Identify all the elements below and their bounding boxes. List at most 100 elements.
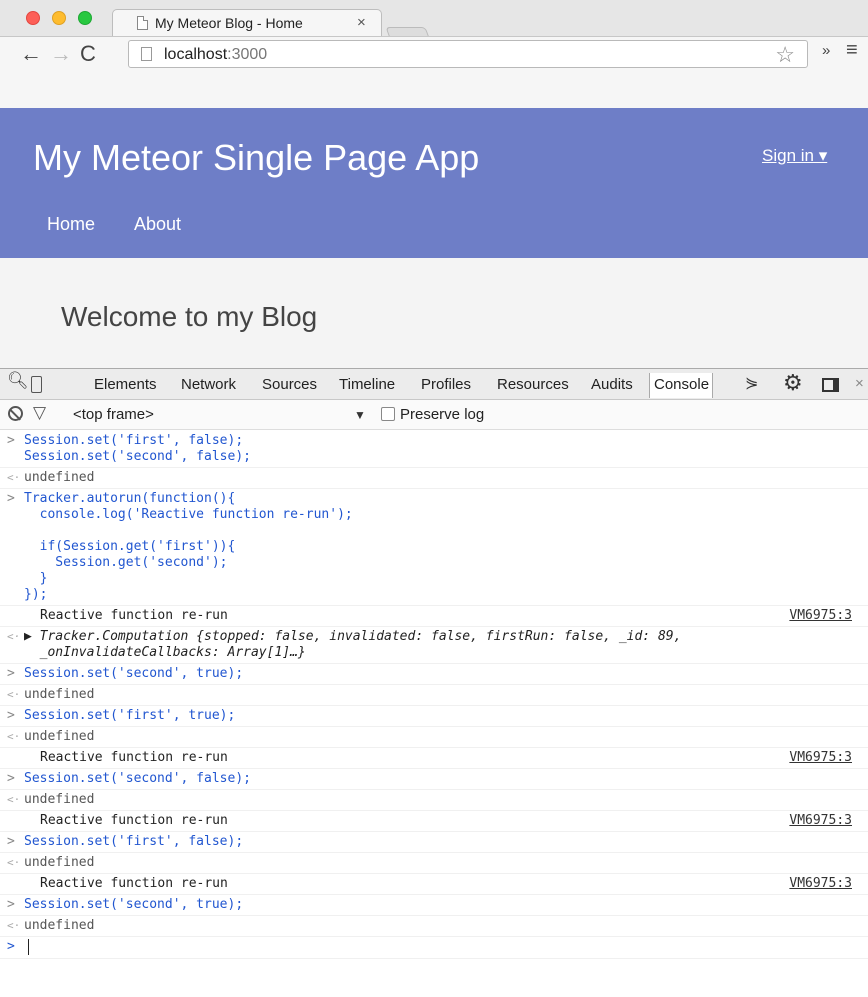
console-input[interactable]: > xyxy=(0,937,868,959)
frame-selector-caret-icon[interactable]: ▼ xyxy=(354,408,366,422)
console-log-text: Reactive function re-run xyxy=(40,876,228,891)
console-log-entry: Reactive function re-run VM6975:3 xyxy=(0,874,868,895)
console-entry-text: Tracker.autorun(function(){ console.log(… xyxy=(24,491,353,602)
clear-console-icon[interactable] xyxy=(8,406,23,421)
console-input-entry: > Session.set('first', true); xyxy=(0,706,868,727)
console-entry-text: undefined xyxy=(24,855,95,870)
menu-icon[interactable]: ≡ xyxy=(846,39,858,62)
back-icon[interactable]: ← xyxy=(20,41,42,67)
console-result-entry: <· undefined xyxy=(0,727,868,748)
console-log-text: Reactive function re-run xyxy=(40,813,228,828)
devtools-tab-audits[interactable]: Audits xyxy=(591,376,633,393)
url-text[interactable]: localhost:3000 xyxy=(164,46,267,64)
input-chevron-icon: > xyxy=(7,666,15,681)
console-log-entry: Reactive function re-run VM6975:3 xyxy=(0,606,868,627)
console-output: > Session.set('first', false); Session.se… xyxy=(0,431,868,997)
input-chevron-icon: > xyxy=(7,897,15,912)
bookmark-star-icon[interactable]: ☆ xyxy=(775,42,795,68)
browser-toolbar: ← → C localhost:3000 ☆ » ≡ xyxy=(0,36,868,108)
result-arrow-icon: <· xyxy=(7,730,21,743)
page-icon xyxy=(137,16,148,30)
console-entry-text: undefined xyxy=(24,687,95,702)
result-arrow-icon: <· xyxy=(7,688,21,701)
page-content: Welcome to my Blog xyxy=(0,258,868,368)
console-entry-text: Session.set('second', true); xyxy=(24,897,244,912)
log-source-link[interactable]: VM6975:3 xyxy=(789,608,852,624)
window-close-button[interactable] xyxy=(26,11,40,25)
console-log-entry: Reactive function re-run VM6975:3 xyxy=(0,748,868,769)
window-minimize-button[interactable] xyxy=(52,11,66,25)
filter-funnel-icon[interactable]: ▽ xyxy=(33,403,46,423)
input-chevron-icon: > xyxy=(7,771,15,786)
console-result-entry: <· undefined xyxy=(0,468,868,489)
devtools-tab-resources[interactable]: Resources xyxy=(497,376,569,393)
input-chevron-icon: > xyxy=(7,433,15,448)
devtools-tab-console[interactable]: Console xyxy=(649,373,714,398)
console-entry-text: undefined xyxy=(24,918,95,933)
preserve-log-checkbox[interactable] xyxy=(381,407,395,421)
devtools-close-icon[interactable]: × xyxy=(855,375,864,392)
nav-home-link[interactable]: Home xyxy=(47,214,95,235)
console-input-entry: > Session.set('second', false); xyxy=(0,769,868,790)
console-entry-text: Session.set('first', true); xyxy=(24,708,236,723)
console-entry-text: Session.set('first', false); xyxy=(24,834,244,849)
console-entry-text: undefined xyxy=(24,470,95,485)
input-chevron-icon: > xyxy=(7,834,15,849)
nav-about-link[interactable]: About xyxy=(134,214,181,235)
console-cursor xyxy=(28,939,29,955)
app-header: My Meteor Single Page App Sign in ▾ Home… xyxy=(0,108,868,258)
device-mode-icon[interactable] xyxy=(31,376,42,393)
console-input-entry: > Session.set('first', false); Session.se… xyxy=(0,431,868,468)
console-input-entry: > Tracker.autorun(function(){ console.log… xyxy=(0,489,868,606)
devtools-tab-profiles[interactable]: Profiles xyxy=(421,376,471,393)
console-entry-text: Session.set('second', false); xyxy=(24,771,251,786)
log-source-link[interactable]: VM6975:3 xyxy=(789,813,852,829)
page-icon xyxy=(141,47,152,61)
console-input-entry: > Session.set('second', true); xyxy=(0,895,868,916)
console-filter-bar: ▽ <top frame> ▼ Preserve log xyxy=(0,400,868,430)
input-chevron-icon: > xyxy=(7,708,15,723)
devtools-tab-sources[interactable]: Sources xyxy=(262,376,317,393)
console-result-entry: <· undefined xyxy=(0,685,868,706)
result-arrow-icon: <· xyxy=(7,630,21,643)
console-input-entry: > Session.set('first', false); xyxy=(0,832,868,853)
console-object-text[interactable]: ▶ Tracker.Computation {stopped: false, i… xyxy=(24,629,868,661)
frame-selector[interactable]: <top frame> xyxy=(73,406,154,423)
console-object-entry: <· ▶ Tracker.Computation {stopped: false,… xyxy=(0,627,868,664)
console-result-entry: <· undefined xyxy=(0,790,868,811)
devtools-tab-network[interactable]: Network xyxy=(181,376,236,393)
result-arrow-icon: <· xyxy=(7,919,21,932)
app-brand[interactable]: My Meteor Single Page App xyxy=(33,137,479,179)
console-drawer-icon[interactable]: ⋟ xyxy=(745,373,758,393)
devtools-tab-timeline[interactable]: Timeline xyxy=(339,376,395,393)
settings-gear-icon[interactable]: ⚙︎ xyxy=(783,370,803,396)
reload-icon[interactable]: C xyxy=(80,41,96,67)
console-log-text: Reactive function re-run xyxy=(40,750,228,765)
console-result-entry: <· undefined xyxy=(0,916,868,937)
devtools-tab-elements[interactable]: Elements xyxy=(94,376,157,393)
log-source-link[interactable]: VM6975:3 xyxy=(789,876,852,892)
console-entry-text: Session.set('first', false); Session.set… xyxy=(24,433,251,464)
preserve-log-label: Preserve log xyxy=(400,406,485,423)
inspect-search-icon[interactable]: 🔍︎ xyxy=(7,371,29,391)
console-entry-text: undefined xyxy=(24,729,95,744)
browser-tab[interactable]: My Meteor Blog - Home × xyxy=(112,9,382,36)
result-arrow-icon: <· xyxy=(7,471,21,484)
extensions-chevron-icon[interactable]: » xyxy=(822,42,830,59)
forward-icon[interactable]: → xyxy=(50,41,72,67)
window-maximize-button[interactable] xyxy=(78,11,92,25)
tab-title: My Meteor Blog - Home xyxy=(155,15,303,31)
console-result-entry: <· undefined xyxy=(0,853,868,874)
tab-close-icon[interactable]: × xyxy=(357,14,366,31)
signin-link[interactable]: Sign in ▾ xyxy=(762,146,827,166)
result-arrow-icon: <· xyxy=(7,856,21,869)
dock-side-icon[interactable] xyxy=(822,378,839,392)
console-input-entry: > Session.set('second', true); xyxy=(0,664,868,685)
result-arrow-icon: <· xyxy=(7,793,21,806)
console-log-entry: Reactive function re-run VM6975:3 xyxy=(0,811,868,832)
devtools-tab-bar: 🔍︎ Elements Network Sources Timeline Pro… xyxy=(0,368,868,400)
console-log-text: Reactive function re-run xyxy=(40,608,228,623)
log-source-link[interactable]: VM6975:3 xyxy=(789,750,852,766)
welcome-heading: Welcome to my Blog xyxy=(61,301,318,332)
address-bar[interactable]: localhost:3000 ☆ xyxy=(128,40,808,68)
